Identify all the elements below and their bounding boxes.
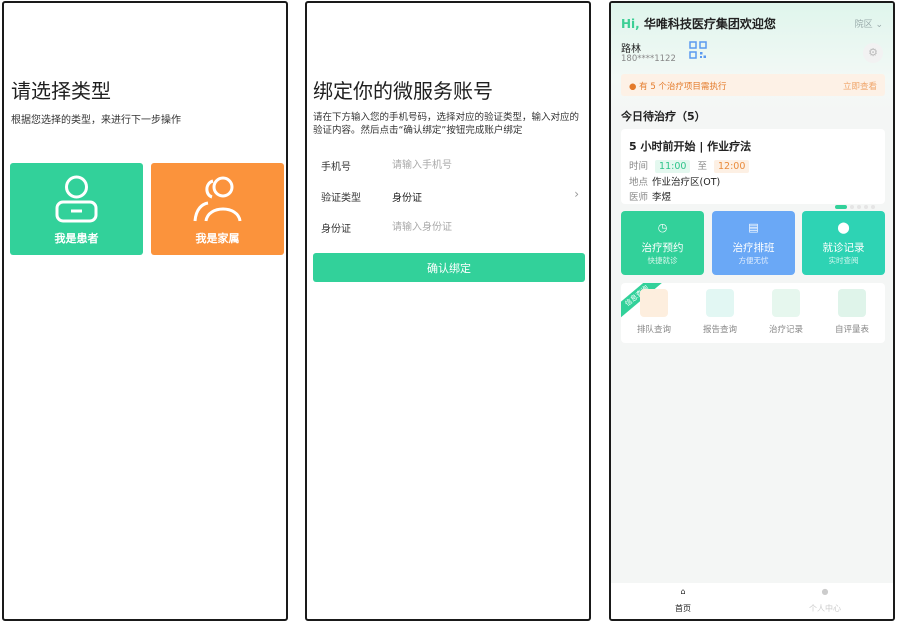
location-pin-icon: ⬤ — [837, 221, 850, 234]
time-label: 时间 — [629, 161, 649, 172]
service-label: 自评量表 — [834, 325, 869, 335]
visit-records-button[interactable]: ⬤ 就诊记录 实时查阅 — [802, 211, 885, 275]
area-selector[interactable]: 院区 ⌄ — [855, 17, 883, 30]
id-card-row: 身份证 — [321, 217, 579, 237]
verify-type-row[interactable]: 验证类型 身份证 › — [321, 186, 579, 206]
start-time: 11:00 — [655, 160, 691, 173]
home-screen: Hi, 华唯科技医疗集团欢迎您 院区 ⌄ 路林 180****1122 ⚙ ● … — [609, 1, 895, 621]
home-icon: ⌂ — [680, 587, 686, 596]
page-title: 请选择类型 — [11, 79, 111, 103]
document-icon: ▤ — [748, 221, 759, 234]
select-type-screen: 请选择类型 根据您选择的类型，来进行下一步操作 我是患者 我是家属 — [2, 1, 288, 621]
phone-row: 手机号 — [321, 155, 579, 175]
tab-profile[interactable]: ● 个人中心 — [795, 587, 855, 614]
place-value: 作业治疗区(OT) — [652, 177, 721, 188]
notice-bar[interactable]: ● 有 5 个治疗项目需执行 立即查看 — [621, 74, 885, 96]
tile-subtitle: 方便无忧 — [738, 256, 769, 265]
verify-type-value: 身份证 — [392, 193, 422, 204]
user-icon: ● — [821, 587, 829, 596]
service-label: 治疗记录 — [768, 325, 803, 335]
user-phone: 180****1122 — [621, 54, 676, 64]
info-query-panel: 信息查询 排队查询 报告查询 治疗记录 自评量表 — [621, 283, 885, 343]
time-to: 至 — [697, 161, 707, 172]
bind-account-screen: 绑定你的微服务账号 请在下方输入您的手机号码，选择对应的验证类型，输入对应的验证… — [305, 1, 591, 621]
end-time: 12:00 — [714, 160, 750, 173]
history-icon — [772, 289, 800, 317]
greeting-text: 华唯科技医疗集团欢迎您 — [643, 17, 776, 31]
treatment-card[interactable]: 5 小时前开始 | 作业疗法 时间 11:00 至 12:00 地点 作业治疗区(… — [621, 129, 885, 209]
tab-home-label: 首页 — [675, 604, 691, 613]
tile-subtitle: 快捷就诊 — [647, 256, 678, 265]
doctor-label: 医师 — [629, 192, 649, 203]
verify-type-label: 验证类型 — [321, 193, 361, 204]
self-assessment-button[interactable]: 自评量表 — [827, 289, 877, 335]
report-query-button[interactable]: 报告查询 — [695, 289, 745, 335]
clock-icon: ◷ — [657, 221, 668, 234]
patient-card-button[interactable]: 我是患者 — [10, 163, 143, 255]
treatment-history-button[interactable]: 治疗记录 — [761, 289, 811, 335]
treatment-doctor-row: 医师 李煜 — [629, 189, 671, 203]
confirm-bind-button[interactable]: 确认绑定 — [313, 253, 585, 282]
greeting: Hi, 华唯科技医疗集团欢迎您 — [621, 15, 776, 32]
notice-view-link[interactable]: 立即查看 — [843, 80, 877, 92]
bottom-tab-bar: ⌂ 首页 ● 个人中心 — [611, 583, 893, 619]
family-card-button[interactable]: 我是家属 — [151, 163, 284, 255]
area-label: 院区 — [854, 20, 873, 30]
tile-title: 治疗排班 — [732, 242, 775, 254]
chevron-right-icon: › — [574, 187, 579, 201]
tab-home[interactable]: ⌂ 首页 — [653, 587, 713, 614]
phone-input[interactable] — [392, 155, 562, 175]
treatment-place-row: 地点 作业治疗区(OT) — [629, 174, 720, 188]
bell-icon: ● — [629, 82, 637, 92]
service-label: 排队查询 — [636, 325, 671, 335]
tab-profile-label: 个人中心 — [809, 604, 841, 613]
patient-label: 我是患者 — [54, 232, 99, 245]
scale-icon — [838, 289, 866, 317]
user-name: 路林 — [621, 44, 641, 55]
patient-icon — [55, 175, 98, 223]
tile-subtitle: 实时查阅 — [828, 256, 859, 265]
treatment-booking-button[interactable]: ◷ 治疗预约 快捷就诊 — [621, 211, 704, 275]
phone-label: 手机号 — [321, 162, 351, 173]
tile-title: 就诊记录 — [822, 242, 865, 254]
chevron-down-icon: ⌄ — [875, 20, 883, 30]
page-subtitle: 请在下方输入您的手机号码，选择对应的验证类型，输入对应的验证内容。然后点击“确认… — [313, 112, 580, 136]
id-card-label: 身份证 — [321, 224, 351, 235]
report-icon — [706, 289, 734, 317]
service-label: 报告查询 — [702, 325, 737, 335]
today-treatment-title: 今日待治疗（5） — [621, 110, 706, 123]
page-subtitle: 根据您选择的类型，来进行下一步操作 — [11, 115, 181, 126]
greeting-hi: Hi, — [621, 17, 640, 31]
notice-text: 有 5 个治疗项目需执行 — [639, 82, 727, 92]
treatment-time-row: 时间 11:00 至 12:00 — [629, 158, 750, 173]
settings-gear-icon[interactable]: ⚙ — [863, 43, 883, 63]
treatment-title: 5 小时前开始 | 作业疗法 — [629, 140, 752, 153]
qr-code-icon[interactable] — [689, 41, 707, 59]
page-title: 绑定你的微服务账号 — [313, 79, 493, 103]
family-label: 我是家属 — [195, 232, 240, 245]
queue-query-button[interactable]: 排队查询 — [629, 289, 679, 335]
id-card-input[interactable] — [392, 217, 562, 237]
tile-title: 治疗预约 — [641, 242, 684, 254]
family-icon — [193, 176, 242, 222]
treatment-schedule-button[interactable]: ▤ 治疗排班 方便无忧 — [712, 211, 795, 275]
queue-icon — [640, 289, 668, 317]
place-label: 地点 — [629, 177, 649, 188]
doctor-value: 李煜 — [652, 192, 672, 203]
